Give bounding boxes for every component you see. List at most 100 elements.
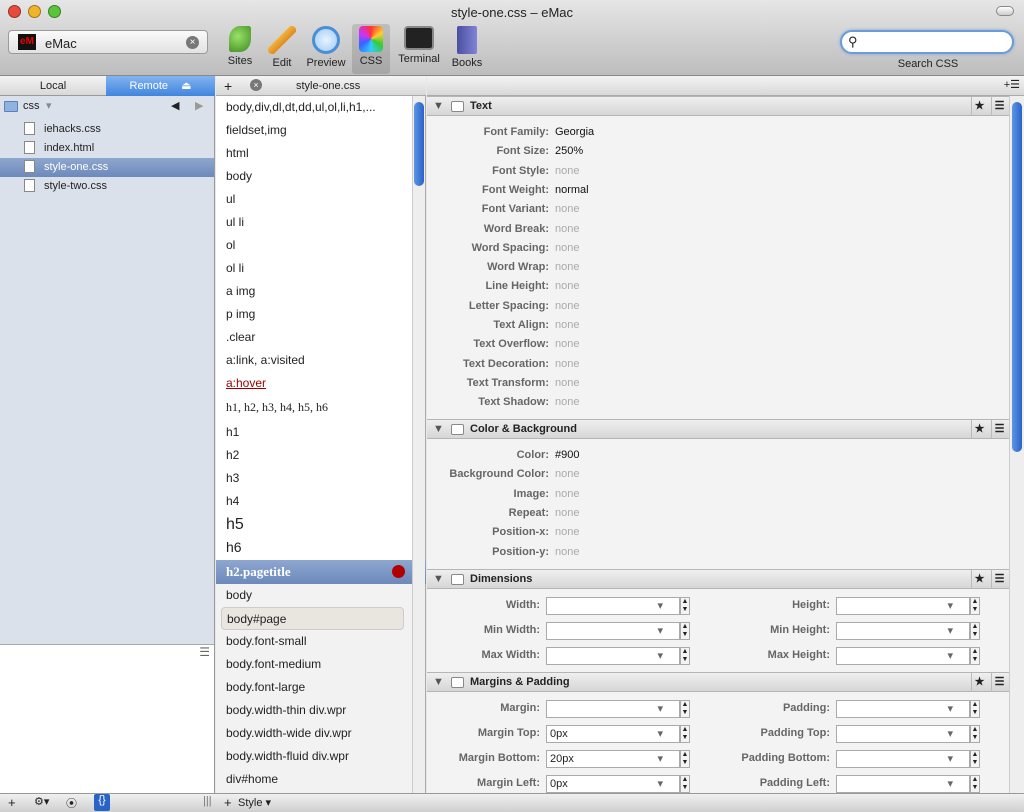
site-selector[interactable]: eM eMac × — [8, 30, 208, 54]
selector-item[interactable]: html — [226, 142, 406, 165]
selector-scrollbar[interactable] — [412, 96, 425, 793]
stepper[interactable]: ▲ ▼ — [680, 597, 690, 615]
add-icon[interactable]: + — [8, 795, 16, 810]
preview-button[interactable]: Preview — [304, 26, 348, 69]
selector-item[interactable]: body.font-large — [226, 676, 406, 699]
selector-item[interactable]: a img — [226, 280, 406, 303]
selector-item[interactable]: body — [226, 584, 406, 607]
section-menu-icon[interactable]: ☰ — [991, 570, 1007, 589]
gear-icon[interactable]: ⚙▾ — [34, 795, 49, 808]
selected-selector-row[interactable]: h2.pagetitle — [216, 560, 426, 584]
property-value[interactable]: none — [555, 507, 579, 519]
selector-item[interactable]: body.width-thin div.wpr — [226, 699, 406, 722]
padding-input[interactable] — [836, 725, 970, 743]
selector-item[interactable]: h5 — [226, 513, 406, 536]
selector-item[interactable]: ol — [226, 234, 406, 257]
books-button[interactable]: Books — [445, 26, 489, 69]
dimension-input[interactable] — [546, 622, 680, 640]
chevron-down-icon[interactable]: ▾ — [46, 99, 52, 112]
property-value[interactable]: none — [555, 546, 579, 558]
add-style-icon[interactable]: + — [224, 795, 232, 810]
tab-style-one[interactable]: style-one.css — [296, 80, 360, 92]
dimension-input[interactable] — [546, 647, 680, 665]
tab-remote[interactable]: Remote ⏏ — [106, 76, 215, 96]
section-menu-icon[interactable]: ☰ — [991, 420, 1007, 439]
padding-input[interactable] — [836, 750, 970, 768]
star-icon[interactable]: ★ — [971, 97, 987, 116]
stepper[interactable]: ▲ ▼ — [970, 725, 980, 743]
section-menu-icon[interactable]: ☰ — [991, 673, 1007, 692]
padding-input[interactable] — [836, 700, 970, 718]
stepper[interactable]: ▲ ▼ — [970, 700, 980, 718]
property-value[interactable]: none — [555, 319, 579, 331]
property-value[interactable]: none — [555, 338, 579, 350]
stepper[interactable]: ▲ ▼ — [970, 775, 980, 793]
selector-item[interactable]: body#page — [221, 607, 404, 630]
star-icon[interactable]: ★ — [971, 420, 987, 439]
selector-item[interactable]: body,div,dl,dt,dd,ul,ol,li,h1,... — [226, 96, 406, 119]
dimension-input[interactable] — [836, 622, 970, 640]
folder-name[interactable]: css — [23, 100, 40, 112]
close-tab-icon[interactable]: × — [250, 79, 262, 91]
dimension-input[interactable] — [836, 647, 970, 665]
tab-local[interactable]: Local — [0, 76, 106, 96]
disclosure-triangle-icon[interactable]: ▼ — [433, 97, 444, 116]
property-value[interactable]: none — [555, 223, 579, 235]
selector-item[interactable]: div#home — [226, 768, 406, 791]
selector-item[interactable]: h6 — [226, 536, 406, 559]
toolbar-toggle-button[interactable] — [996, 6, 1014, 16]
selector-item[interactable]: a:link, a:visited — [226, 349, 406, 372]
stepper[interactable]: ▲ ▼ — [680, 647, 690, 665]
selector-item[interactable]: h3 — [226, 467, 406, 490]
css-button[interactable]: CSS — [349, 26, 393, 67]
selector-item[interactable]: h2 — [226, 444, 406, 467]
disclosure-triangle-icon[interactable]: ▼ — [433, 673, 444, 692]
selector-item[interactable]: ul — [226, 188, 406, 211]
property-value[interactable]: none — [555, 396, 579, 408]
selector-item[interactable]: body.font-medium — [226, 653, 406, 676]
dimension-input[interactable] — [836, 597, 970, 615]
stepper[interactable]: ▲ ▼ — [680, 622, 690, 640]
property-value[interactable]: none — [555, 165, 579, 177]
style-menu-button[interactable]: Style ▾ — [238, 796, 271, 809]
forward-arrow-icon[interactable]: ▶ — [195, 99, 203, 112]
selector-scroll-thumb[interactable] — [414, 102, 424, 186]
property-value[interactable]: normal — [555, 184, 589, 196]
dimension-input[interactable] — [546, 597, 680, 615]
file-item[interactable]: style-two.css — [0, 177, 214, 196]
disclosure-triangle-icon[interactable]: ▼ — [433, 420, 444, 439]
property-value[interactable]: none — [555, 468, 579, 480]
selector-item[interactable]: ol li — [226, 257, 406, 280]
property-value[interactable]: none — [555, 280, 579, 292]
property-value[interactable]: none — [555, 300, 579, 312]
stepper[interactable]: ▲ ▼ — [970, 750, 980, 768]
stepper[interactable]: ▲ ▼ — [970, 622, 980, 640]
selector-item[interactable]: p img — [226, 303, 406, 326]
clear-icon[interactable]: × — [186, 36, 199, 49]
properties-scrollbar[interactable] — [1009, 96, 1024, 793]
file-item[interactable]: iehacks.css — [0, 120, 214, 139]
star-icon[interactable]: ★ — [971, 570, 987, 589]
property-value[interactable]: none — [555, 377, 579, 389]
property-value[interactable]: Georgia — [555, 126, 594, 138]
braces-icon[interactable]: {} — [94, 794, 110, 811]
property-value[interactable]: none — [555, 261, 579, 273]
selector-item[interactable]: fieldset,img — [226, 119, 406, 142]
margin-input[interactable] — [546, 700, 680, 718]
add-property-icon[interactable]: +☰ — [1004, 78, 1020, 91]
file-item-selected[interactable]: style-one.css — [0, 158, 214, 177]
selector-item[interactable]: body.font-small — [226, 630, 406, 653]
selector-item[interactable]: h4 — [226, 490, 406, 513]
margin-input[interactable]: 20px — [546, 750, 680, 768]
padding-input[interactable] — [836, 775, 970, 793]
property-value[interactable]: none — [555, 526, 579, 538]
section-dimensions-header[interactable]: ▼ Dimensions ★ ☰ — [427, 569, 1009, 589]
star-icon[interactable]: ★ — [971, 673, 987, 692]
resize-grip-icon[interactable]: ||| — [203, 795, 212, 807]
selector-item[interactable]: body.width-wide div.wpr — [226, 722, 406, 745]
sites-button[interactable]: Sites — [218, 26, 262, 67]
section-text-header[interactable]: ▼ Text ★ ☰ — [427, 96, 1009, 116]
search-input[interactable]: ⚲ — [840, 30, 1014, 54]
property-value[interactable]: none — [555, 358, 579, 370]
selector-item[interactable]: body — [226, 165, 406, 188]
